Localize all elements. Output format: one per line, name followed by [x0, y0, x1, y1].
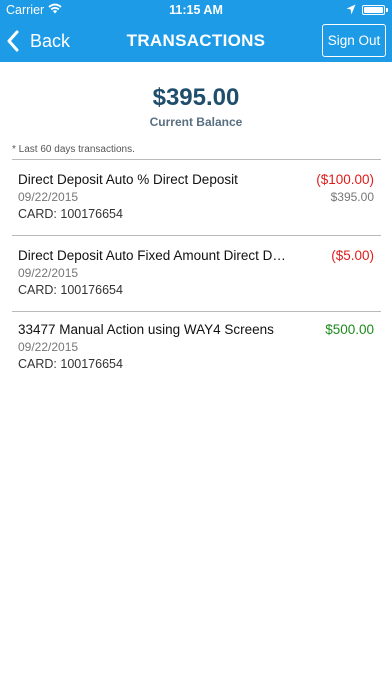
- transaction-date: 09/22/2015: [18, 266, 79, 280]
- transaction-row[interactable]: Direct Deposit Auto % Direct Deposit 09/…: [0, 160, 392, 236]
- location-arrow-icon: [346, 4, 356, 15]
- transaction-date: 09/22/2015: [18, 340, 79, 354]
- transactions-period-note: * Last 60 days transactions.: [12, 144, 135, 155]
- transaction-description: 33477 Manual Action using WAY4 Screens: [18, 322, 274, 337]
- transaction-row[interactable]: Direct Deposit Auto Fixed Amount Direct …: [0, 236, 392, 312]
- current-balance-amount: $395.00: [152, 84, 240, 111]
- nav-bar: Carrier 11:15 AM Back TRANSACTIONS Sign …: [0, 0, 392, 62]
- transaction-amount: $500.00: [325, 322, 374, 337]
- battery-icon: [362, 5, 388, 15]
- transaction-card: CARD: 100176654: [18, 207, 123, 221]
- transaction-card: CARD: 100176654: [18, 357, 123, 371]
- transaction-card: CARD: 100176654: [18, 283, 123, 297]
- transaction-description: Direct Deposit Auto Fixed Amount Direct …: [18, 248, 288, 263]
- current-balance-label: Current Balance: [149, 115, 243, 129]
- status-time: 11:15 AM: [169, 3, 223, 17]
- transaction-running-balance: $395.00: [330, 190, 374, 204]
- transaction-date: 09/22/2015: [18, 190, 79, 204]
- transaction-amount: ($5.00): [331, 248, 374, 263]
- sign-out-button[interactable]: Sign Out: [322, 24, 386, 57]
- transaction-description: Direct Deposit Auto % Direct Deposit: [18, 172, 238, 187]
- transaction-row[interactable]: 33477 Manual Action using WAY4 Screens 0…: [0, 310, 392, 386]
- status-bar: Carrier 11:15 AM: [0, 0, 392, 20]
- transaction-amount: ($100.00): [316, 172, 374, 187]
